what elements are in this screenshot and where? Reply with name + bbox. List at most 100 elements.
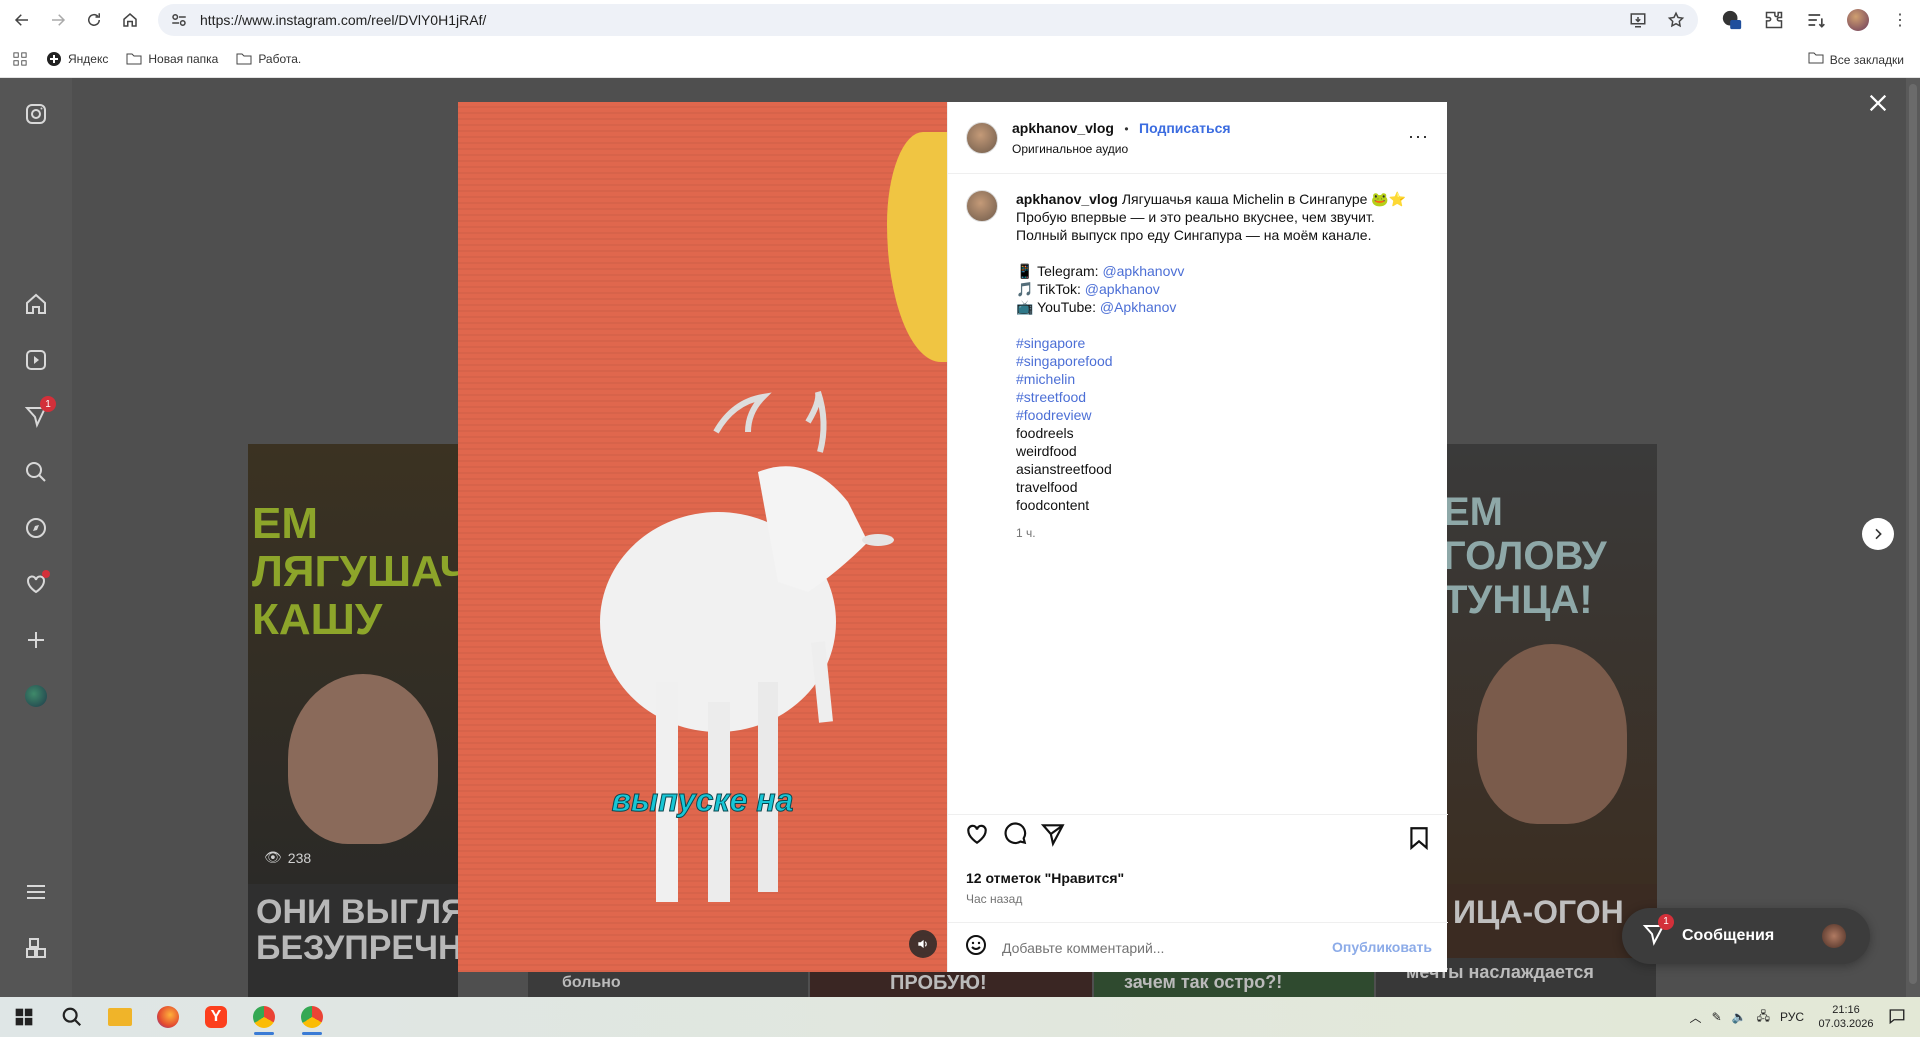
- start-button[interactable]: [0, 997, 48, 1037]
- volume-icon[interactable]: 🔈: [1732, 1010, 1747, 1024]
- back-button[interactable]: [4, 0, 40, 40]
- bookmark-new-folder[interactable]: Новая папка: [126, 51, 218, 67]
- bookmark-yandex[interactable]: Яндекс: [46, 51, 108, 67]
- extensions-icon[interactable]: [1762, 6, 1786, 34]
- chevron-right-icon: [1875, 528, 1882, 540]
- install-app-icon[interactable]: [1628, 10, 1648, 30]
- background-reel-left-bottom[interactable]: ОНИ ВЫГЛЯ БЕЗУПРЕЧНО: [248, 884, 489, 997]
- search-icon[interactable]: [24, 460, 48, 484]
- more-options-button[interactable]: ···: [1408, 126, 1429, 147]
- direct-messages-icon[interactable]: 1: [24, 396, 56, 428]
- clock[interactable]: 21:16 07.03.2026: [1814, 1003, 1878, 1031]
- forward-button[interactable]: [40, 0, 76, 40]
- taskbar-yandex-browser[interactable]: Y: [192, 997, 240, 1037]
- profile-avatar[interactable]: [24, 684, 48, 708]
- background-reel-strip-3[interactable]: зачем так остро?!: [1094, 968, 1374, 997]
- close-modal-button[interactable]: [1866, 92, 1890, 116]
- folder-icon: [108, 1008, 132, 1026]
- mute-toggle-button[interactable]: [909, 930, 937, 958]
- explore-compass-icon[interactable]: [24, 516, 48, 540]
- reading-list-icon[interactable]: [1804, 6, 1828, 34]
- reels-icon[interactable]: [24, 348, 48, 372]
- comment-button[interactable]: [1002, 821, 1028, 852]
- url-text[interactable]: https://www.instagram.com/reel/DVlY0H1jR…: [200, 12, 486, 28]
- address-bar[interactable]: https://www.instagram.com/reel/DVlY0H1jR…: [158, 4, 1698, 36]
- page-scrollbar[interactable]: [1906, 78, 1920, 997]
- publish-comment-button[interactable]: Опубликовать: [1332, 939, 1432, 955]
- background-reel-left[interactable]: ЕМ ЛЯГУШАЧ КАШУ 👁 238: [248, 444, 458, 884]
- chrome-icon: [253, 1006, 275, 1028]
- reload-icon: [88, 13, 100, 26]
- emoji-picker-button[interactable]: [964, 933, 988, 962]
- hashtag-link[interactable]: #streetfood: [1016, 388, 1416, 406]
- yandex-icon: [46, 51, 62, 67]
- also-from-meta-icon[interactable]: [24, 936, 48, 960]
- reel-right-title: ЕМ ГОЛОВУ ТУНЦА!: [1447, 490, 1607, 622]
- chevron-up-icon[interactable]: ︿: [1690, 1009, 1702, 1026]
- tiktok-link[interactable]: @apkhanov: [1085, 281, 1160, 297]
- messages-badge: 1: [1658, 913, 1674, 930]
- background-reel-strip-1[interactable]: больно: [528, 968, 808, 997]
- reload-button[interactable]: [76, 0, 112, 40]
- likes-count[interactable]: 12 отметок "Нравится": [966, 870, 1124, 886]
- home-icon[interactable]: [24, 292, 48, 316]
- post-header: apkhanov_vlog • Подписаться Оригинальное…: [948, 102, 1447, 174]
- youtube-link[interactable]: @Apkhanov: [1100, 299, 1176, 315]
- author-username[interactable]: apkhanov_vlog: [1012, 120, 1114, 136]
- hashtag-link[interactable]: #singapore: [1016, 334, 1416, 352]
- apps-grid-button[interactable]: [12, 51, 28, 67]
- follow-button[interactable]: Подписаться: [1139, 120, 1231, 136]
- heart-notifications-icon[interactable]: [24, 570, 50, 596]
- home-button[interactable]: [112, 0, 148, 40]
- telegram-link[interactable]: @apkhanovv: [1102, 263, 1184, 279]
- reel-video[interactable]: выпуске на: [458, 102, 947, 972]
- author-avatar[interactable]: [966, 121, 998, 154]
- taskbar-firefox[interactable]: [144, 997, 192, 1037]
- posted-time: Час назад: [966, 892, 1023, 906]
- site-info-icon[interactable]: [170, 11, 188, 29]
- notification-dot: [42, 570, 50, 578]
- hashtag-link[interactable]: #singaporefood: [1016, 352, 1416, 370]
- bookmark-work-folder[interactable]: Работа.: [236, 51, 301, 67]
- background-reel-strip-2[interactable]: ПРОБУЮ!: [810, 968, 1092, 997]
- background-reel-right[interactable]: ЕМ ГОЛОВУ ТУНЦА!: [1447, 444, 1657, 884]
- caption-username[interactable]: apkhanov_vlog: [1016, 191, 1118, 207]
- bookmarks-bar: Яндекс Новая папка Работа. Все закладки: [0, 40, 1920, 78]
- paper-plane-icon: 1: [1642, 913, 1674, 951]
- language-indicator[interactable]: РУС: [1780, 1010, 1804, 1024]
- like-button[interactable]: [964, 821, 990, 852]
- hashtag-link[interactable]: #michelin: [1016, 370, 1416, 388]
- system-tray: ︿ ✎ 🔈 🖧 РУС 21:16 07.03.2026: [1690, 997, 1920, 1037]
- taskbar-search-button[interactable]: [48, 997, 96, 1037]
- caption-author-avatar[interactable]: [966, 190, 998, 222]
- bookmark-star-icon[interactable]: [1666, 10, 1686, 30]
- home-icon: [123, 13, 137, 27]
- next-post-button[interactable]: [1862, 518, 1894, 550]
- caption-first-line: Лягушачья каша Michelin в Сингапуре 🐸⭐: [1121, 191, 1407, 207]
- taskbar-file-explorer[interactable]: [96, 997, 144, 1037]
- menu-hamburger-icon[interactable]: [24, 880, 48, 904]
- tag-text: asianstreetfood: [1016, 461, 1112, 477]
- notification-center-icon[interactable]: [1888, 1007, 1906, 1028]
- speaker-icon: [918, 939, 927, 949]
- network-icon[interactable]: 🖧: [1757, 1007, 1770, 1028]
- translate-extension-icon[interactable]: [1720, 6, 1744, 34]
- menu-kebab-icon[interactable]: ⋮: [1888, 6, 1912, 34]
- create-plus-icon[interactable]: [24, 628, 48, 652]
- folder-icon: [1808, 50, 1824, 69]
- comment-input[interactable]: Добавьте комментарий...: [1002, 940, 1164, 956]
- profile-avatar[interactable]: [1846, 6, 1870, 34]
- instagram-logo-icon[interactable]: [24, 102, 48, 126]
- instagram-sidebar: 1: [0, 78, 72, 997]
- save-button[interactable]: [1406, 825, 1432, 856]
- notification-badge: 1: [40, 396, 56, 412]
- taskbar-chrome-1[interactable]: [240, 997, 288, 1037]
- original-audio-link[interactable]: Оригинальное аудио: [1012, 142, 1231, 156]
- messages-button[interactable]: 1 Сообщения: [1622, 908, 1870, 964]
- taskbar-chrome-2[interactable]: [288, 997, 336, 1037]
- messages-label: Сообщения: [1682, 927, 1775, 944]
- all-bookmarks-button[interactable]: Все закладки: [1808, 50, 1904, 69]
- share-button[interactable]: [1040, 821, 1066, 852]
- hashtag-link[interactable]: #foodreview: [1016, 406, 1416, 424]
- pen-icon[interactable]: ✎: [1712, 1010, 1722, 1024]
